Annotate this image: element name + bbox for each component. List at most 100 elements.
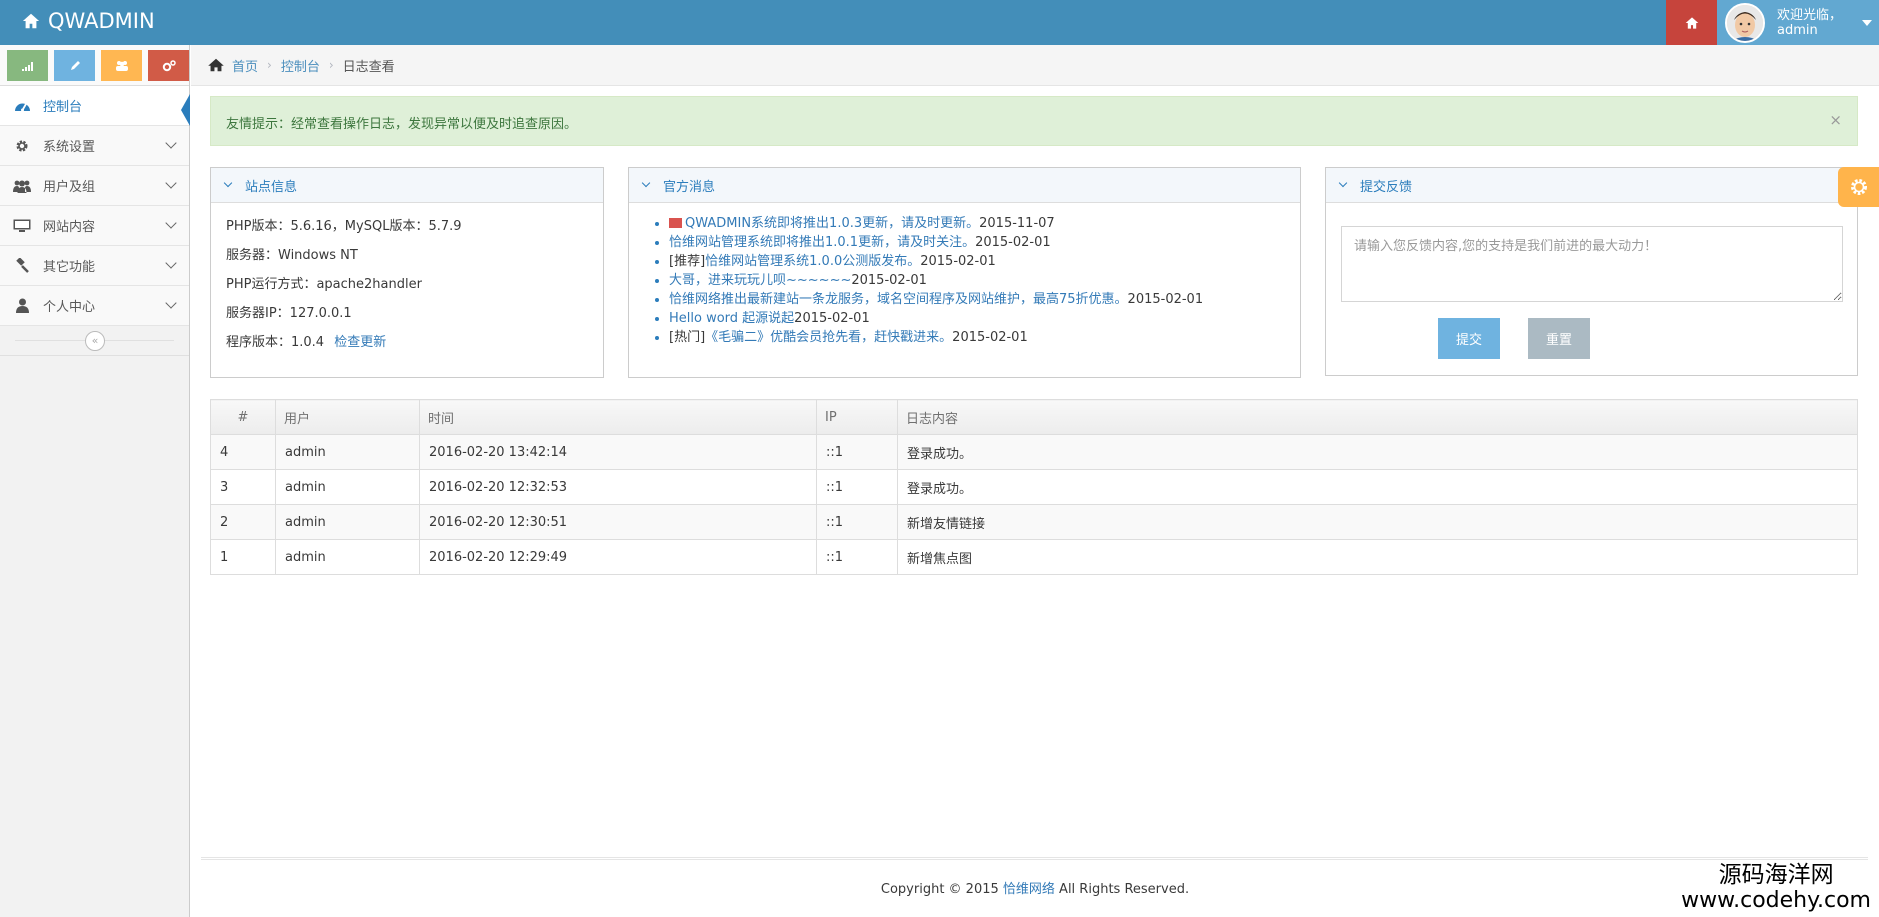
check-update-link[interactable]: 检查更新	[334, 335, 386, 350]
copyright-suffix: All Rights Reserved.	[1054, 882, 1190, 897]
sidebar-collapse-button[interactable]: «	[85, 331, 105, 351]
home-icon	[1685, 16, 1698, 29]
news-link[interactable]: 大哥，进来玩玩儿呗~~~~~~	[669, 273, 851, 288]
shortcut-cogs-button[interactable]	[148, 50, 189, 81]
footer: Copyright © 2015 恰维网络 All Rights Reserve…	[191, 878, 1879, 897]
sidebar-item-system-settings[interactable]: 系统设置	[0, 126, 189, 166]
list-item: [热门]《毛骗二》优酷会员抢先看，赶快戳进来。2015-02-01	[669, 328, 1300, 347]
table-cell: 2016-02-20 12:30:51	[419, 504, 817, 540]
breadcrumb-separator-icon: ›	[267, 58, 272, 72]
sidebar-item-other-functions[interactable]: 其它功能	[0, 246, 189, 286]
news-link[interactable]: 《毛骗二》优酷会员抢先看，赶快戳进来。	[705, 330, 952, 345]
top-navbar: QWADMIN 欢迎光临， admin	[0, 0, 1879, 45]
chevron-down-icon	[165, 137, 177, 149]
alert-text: 友情提示：经常查看操作日志，发现异常以便及时追查原因。	[226, 117, 578, 132]
news-link[interactable]: QWADMIN系统即将推出1.0.3更新，请及时更新。	[685, 216, 979, 231]
sidebar-item-site-content[interactable]: 网站内容	[0, 206, 189, 246]
official-news-header[interactable]: 官方消息	[629, 168, 1300, 203]
chevron-down-icon	[165, 297, 177, 309]
server-os: 服务器：Windows NT	[226, 248, 358, 263]
news-link[interactable]: 恰维网站管理系统1.0.0公测版发布。	[705, 254, 920, 269]
table-cell: 新增焦点图	[897, 539, 1858, 575]
sidebar-item-label: 系统设置	[43, 140, 96, 155]
sidebar-collapse-bar: «	[0, 326, 189, 356]
shortcut-signal-button[interactable]	[7, 50, 48, 81]
news-date: 2015-02-01	[952, 330, 1028, 345]
chevron-down-icon	[641, 178, 651, 188]
table-cell: ::1	[816, 504, 898, 540]
reset-button[interactable]: 重置	[1528, 318, 1590, 359]
pencil-icon	[70, 60, 80, 70]
sidebar-item-dashboard[interactable]: 控制台	[0, 86, 190, 126]
brand[interactable]: QWADMIN	[22, 9, 155, 33]
table-cell: 2016-02-20 13:42:14	[419, 434, 817, 470]
site-info-body: PHP版本：5.6.16，MySQL版本：5.7.9 服务器：Windows N…	[211, 203, 603, 376]
user-icon	[13, 297, 31, 315]
breadcrumb: 首页 › 控制台 › 日志查看	[191, 45, 1879, 86]
home-button[interactable]	[1666, 0, 1717, 45]
news-date: 2015-02-01	[794, 311, 870, 326]
table-cell: 登录成功。	[897, 469, 1858, 505]
table-cell: 2016-02-20 12:29:49	[419, 539, 817, 575]
table-cell: 2016-02-20 12:32:53	[419, 469, 817, 505]
copyright-prefix: Copyright © 2015	[880, 882, 1003, 897]
table-cell: admin	[275, 469, 420, 505]
breadcrumb-home-link[interactable]: 首页	[232, 56, 258, 75]
table-cell: admin	[275, 504, 420, 540]
chevron-down-icon	[223, 178, 233, 188]
panel-title: 官方消息	[663, 179, 716, 195]
sidebar-item-users-groups[interactable]: 用户及组	[0, 166, 189, 206]
news-date: 2015-11-07	[979, 216, 1055, 231]
sidebar: 控制台 系统设置 用户及组 网站内容 其它功能 个人中心 «	[0, 45, 190, 917]
list-item: 大哥，进来玩玩儿呗~~~~~~2015-02-01	[669, 271, 1300, 290]
server-ip: 服务器IP：127.0.0.1	[226, 306, 352, 321]
panel-title: 提交反馈	[1360, 179, 1413, 195]
news-date: 2015-02-01	[920, 254, 996, 269]
table-cell: 2	[210, 504, 276, 540]
settings-toggle-button[interactable]	[1838, 167, 1879, 207]
close-icon[interactable]: ×	[1829, 111, 1842, 129]
site-info-header[interactable]: 站点信息	[211, 168, 603, 203]
username: admin	[1777, 22, 1818, 38]
footer-divider	[201, 857, 1868, 860]
panel-title: 站点信息	[245, 179, 298, 195]
table-row: 2 admin 2016-02-20 12:30:51 ::1 新增友情链接	[210, 504, 1858, 540]
table-cell: 新增友情链接	[897, 504, 1858, 540]
list-item: 恰维网站管理系统即将推出1.0.1更新，请及时关注。2015-02-01	[669, 233, 1300, 252]
column-header: 日志内容	[897, 399, 1858, 435]
watermark-url: www.codehy.com	[1681, 888, 1871, 913]
sidebar-item-label: 个人中心	[43, 300, 96, 315]
list-item: Hello word 起源说起2015-02-01	[669, 309, 1300, 328]
shortcut-users-button[interactable]	[101, 50, 142, 81]
breadcrumb-current: 日志查看	[342, 59, 395, 75]
list-item: QWADMIN系统即将推出1.0.3更新，请及时更新。2015-11-07	[669, 214, 1300, 233]
table-cell: 3	[210, 469, 276, 505]
feedback-input[interactable]	[1341, 226, 1843, 302]
sidebar-item-personal-center[interactable]: 个人中心	[0, 286, 189, 326]
list-item: 恰维网络推出最新建站一条龙服务，域名空间程序及网站维护，最高75折优惠。2015…	[669, 290, 1300, 309]
company-link[interactable]: 恰维网络	[1003, 882, 1055, 897]
home-icon	[22, 13, 40, 29]
column-header: IP	[816, 399, 898, 435]
table-header-row: # 用户 时间 IP 日志内容	[210, 399, 1858, 435]
users-icon	[115, 61, 128, 71]
news-link[interactable]: Hello word 起源说起	[669, 311, 794, 326]
list-item: [推荐]恰维网站管理系统1.0.0公测版发布。2015-02-01	[669, 252, 1300, 271]
table-cell: ::1	[816, 539, 898, 575]
news-prefix: [推荐]	[669, 254, 706, 269]
home-icon	[208, 58, 224, 72]
breadcrumb-dashboard-link[interactable]: 控制台	[281, 56, 320, 75]
user-menu[interactable]: 欢迎光临， admin	[1717, 0, 1879, 45]
table-cell: 登录成功。	[897, 434, 1858, 470]
feedback-header[interactable]: 提交反馈	[1326, 168, 1857, 203]
site-info-panel: 站点信息 PHP版本：5.6.16，MySQL版本：5.7.9 服务器：Wind…	[210, 167, 604, 378]
sidebar-shortcuts	[0, 45, 189, 86]
program-version: 程序版本：1.0.4	[226, 335, 325, 350]
caret-down-icon	[1862, 19, 1873, 26]
news-link[interactable]: 恰维网站管理系统即将推出1.0.1更新，请及时关注。	[669, 235, 975, 250]
news-link[interactable]: 恰维网络推出最新建站一条龙服务，域名空间程序及网站维护，最高75折优惠。	[669, 292, 1128, 307]
submit-button[interactable]: 提交	[1438, 318, 1500, 359]
user-greeting: 欢迎光临， admin	[1777, 8, 1842, 38]
shortcut-pencil-button[interactable]	[54, 50, 95, 81]
double-angle-left-icon: «	[91, 334, 99, 347]
